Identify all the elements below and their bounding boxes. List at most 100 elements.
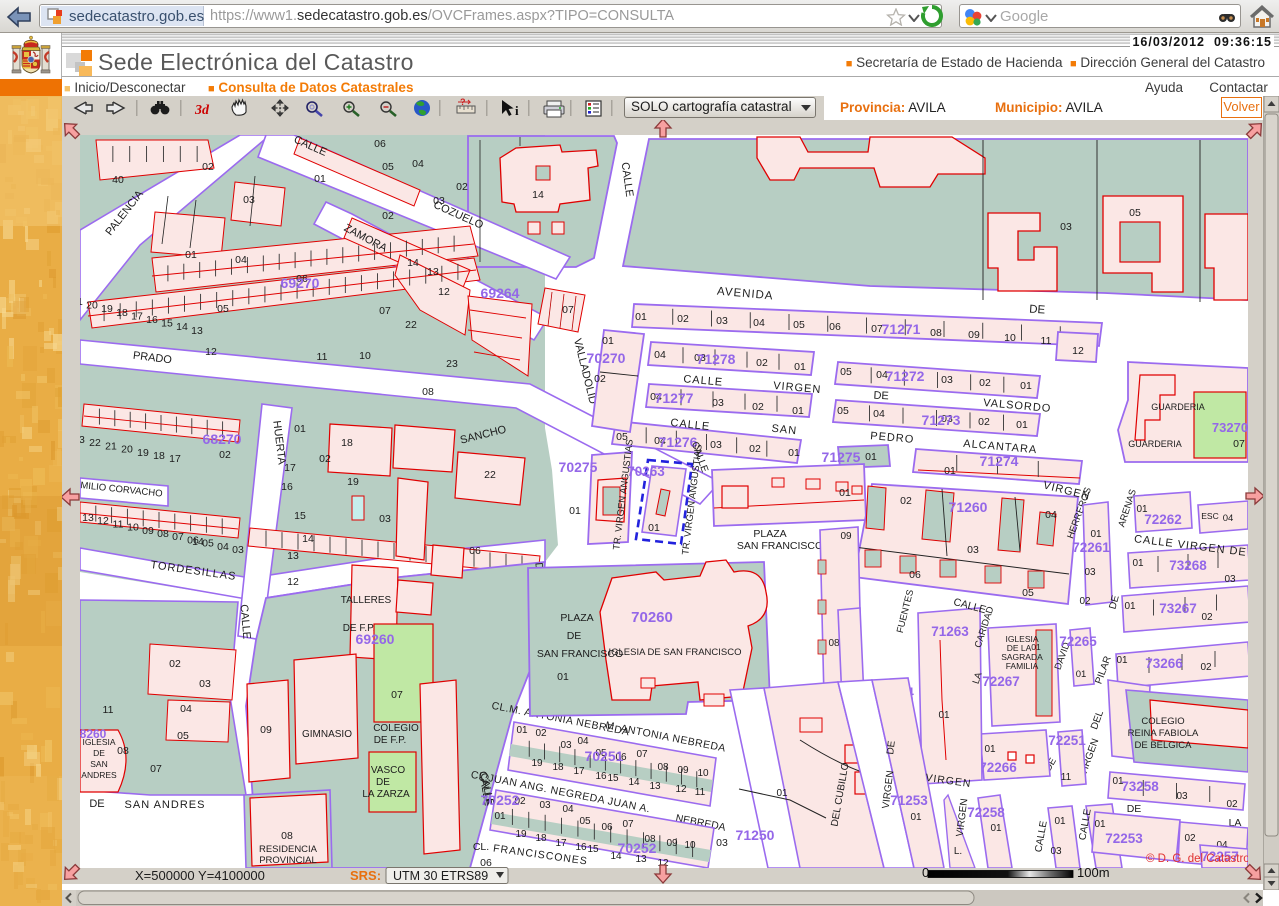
- svg-text:03: 03: [967, 544, 979, 556]
- svg-text:14: 14: [302, 533, 314, 545]
- svg-text:19: 19: [515, 829, 527, 840]
- svg-text:01: 01: [1116, 655, 1128, 666]
- svg-text:22: 22: [484, 469, 496, 481]
- svg-text:08: 08: [157, 528, 169, 540]
- svg-text:02: 02: [756, 357, 768, 369]
- svg-text:10: 10: [697, 768, 709, 779]
- svg-text:09: 09: [260, 724, 272, 736]
- svg-text:SAN ANDRES: SAN ANDRES: [125, 799, 206, 811]
- svg-text:DE: DE: [1029, 303, 1046, 316]
- svg-text:10: 10: [1004, 332, 1016, 344]
- svg-text:01: 01: [1124, 601, 1136, 612]
- svg-text:19: 19: [531, 758, 543, 769]
- svg-text:22: 22: [405, 319, 417, 331]
- svg-text:16: 16: [281, 481, 293, 493]
- svg-text:DE: DE: [567, 630, 582, 642]
- svg-text:DE: DE: [93, 748, 105, 758]
- svg-text:15: 15: [161, 318, 173, 330]
- svg-text:04: 04: [577, 736, 589, 747]
- svg-text:40: 40: [112, 174, 124, 186]
- svg-text:07: 07: [391, 689, 403, 701]
- svg-text:03: 03: [539, 800, 551, 811]
- svg-text:05: 05: [579, 816, 591, 827]
- svg-text:01: 01: [516, 725, 528, 736]
- svg-text:14: 14: [628, 777, 640, 788]
- svg-text:12: 12: [438, 286, 450, 298]
- svg-text:02: 02: [979, 377, 991, 389]
- svg-text:DE: DE: [1127, 803, 1142, 815]
- svg-text:11: 11: [317, 351, 328, 363]
- svg-text:01: 01: [776, 788, 788, 799]
- svg-text:17: 17: [573, 766, 585, 777]
- svg-text:04: 04: [654, 349, 666, 361]
- svg-text:COLEGIO: COLEGIO: [373, 723, 419, 734]
- svg-text:03: 03: [199, 678, 211, 690]
- svg-text:06: 06: [469, 545, 481, 557]
- svg-text:73258: 73258: [1121, 779, 1159, 794]
- svg-text:05: 05: [177, 730, 189, 742]
- svg-text:70252: 70252: [481, 792, 520, 808]
- svg-text:01: 01: [494, 811, 506, 822]
- svg-text:71277: 71277: [655, 390, 694, 406]
- svg-text:IGLESIA DE SAN FRANCISCO: IGLESIA DE SAN FRANCISCO: [608, 647, 741, 658]
- svg-text:08: 08: [117, 745, 129, 757]
- svg-text:03: 03: [710, 439, 722, 451]
- svg-text:10: 10: [684, 840, 696, 851]
- svg-text:11: 11: [103, 704, 114, 716]
- svg-text:03: 03: [716, 315, 728, 327]
- svg-text:01: 01: [314, 173, 326, 185]
- svg-text:REINA FABIOLA: REINA FABIOLA: [1128, 728, 1199, 739]
- svg-text:TALLERES: TALLERES: [341, 595, 392, 606]
- svg-text:20: 20: [121, 444, 133, 456]
- svg-text:72267: 72267: [982, 674, 1020, 689]
- svg-text:SRS:: SRS:: [350, 868, 381, 883]
- svg-text:22: 22: [89, 437, 101, 449]
- svg-text:71271: 71271: [882, 321, 921, 337]
- svg-text:07: 07: [562, 304, 574, 316]
- svg-text:72261: 72261: [1072, 540, 1110, 555]
- svg-text:04: 04: [217, 541, 229, 553]
- svg-text:01: 01: [1076, 669, 1087, 680]
- svg-text:13: 13: [82, 512, 94, 524]
- svg-text:PLAZA: PLAZA: [753, 528, 786, 540]
- svg-text:11: 11: [1061, 772, 1072, 783]
- svg-text:72265: 72265: [1059, 634, 1097, 649]
- svg-text:DE: DE: [873, 390, 889, 403]
- svg-text:01: 01: [792, 405, 804, 417]
- svg-text:12: 12: [675, 784, 687, 795]
- svg-text:02: 02: [1079, 596, 1091, 607]
- svg-text:02: 02: [752, 401, 764, 413]
- svg-text:PLAZA: PLAZA: [560, 612, 593, 624]
- svg-text:02: 02: [202, 161, 214, 173]
- svg-text:72251: 72251: [1048, 733, 1086, 748]
- svg-text:08: 08: [930, 327, 942, 339]
- svg-text:UTM 30 ETRS89: UTM 30 ETRS89: [393, 869, 488, 883]
- svg-text:01: 01: [1132, 558, 1144, 569]
- svg-text:03: 03: [1084, 567, 1096, 578]
- svg-text:02: 02: [382, 210, 394, 222]
- svg-text:68270: 68270: [203, 431, 242, 447]
- svg-text:13: 13: [427, 266, 439, 278]
- svg-text:01: 01: [648, 522, 660, 534]
- svg-text:02: 02: [1226, 799, 1238, 810]
- svg-text:72258: 72258: [967, 805, 1005, 820]
- svg-text:71253: 71253: [890, 793, 928, 808]
- svg-text:i: i: [515, 103, 519, 118]
- svg-text:DE BELGICA: DE BELGICA: [1134, 740, 1192, 751]
- svg-text:08: 08: [422, 386, 434, 398]
- svg-text:03: 03: [712, 397, 724, 409]
- svg-text:01: 01: [990, 823, 1002, 834]
- svg-text:73270: 73270: [1212, 420, 1248, 435]
- svg-text:18: 18: [535, 833, 547, 844]
- svg-text:70275: 70275: [559, 459, 598, 475]
- svg-text:17: 17: [555, 838, 567, 849]
- svg-text:DE F.P.: DE F.P.: [374, 735, 407, 746]
- svg-text:09: 09: [677, 765, 689, 776]
- svg-text:72262: 72262: [1144, 512, 1182, 527]
- svg-text:07: 07: [1233, 438, 1245, 450]
- svg-text:GUARDERIA: GUARDERIA: [1128, 439, 1182, 449]
- svg-text:02: 02: [319, 453, 331, 465]
- svg-text:01: 01: [557, 671, 569, 683]
- svg-text:06: 06: [601, 822, 613, 833]
- svg-text:21: 21: [105, 440, 117, 452]
